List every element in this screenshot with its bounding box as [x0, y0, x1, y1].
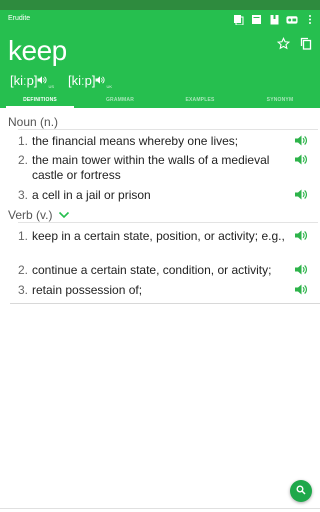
favorite-star-icon[interactable]	[276, 37, 291, 55]
tab-grammar[interactable]: GRAMMAR	[80, 94, 160, 108]
definition-item: 3. a cell in a jail or prison	[18, 188, 308, 203]
overflow-menu-icon[interactable]	[304, 13, 316, 25]
definition-number: 3.	[18, 283, 29, 297]
speaker-icon[interactable]	[294, 263, 308, 280]
divider	[18, 222, 318, 223]
headword: keep	[8, 35, 67, 66]
definition-text: retain possession of;	[32, 283, 143, 297]
translate-icon[interactable]	[286, 13, 298, 25]
definition-item: 1. the financial means whereby one lives…	[18, 134, 308, 149]
region-label: US	[48, 84, 55, 89]
definition-text: the financial means whereby one lives;	[32, 134, 239, 148]
speaker-icon[interactable]	[294, 153, 308, 170]
copy-icon[interactable]	[300, 37, 312, 55]
divider	[18, 129, 318, 130]
flashcards-icon[interactable]	[232, 13, 244, 25]
tab-definitions[interactable]: DEFINITIONS	[0, 94, 80, 108]
pronunciation-text: [kiːp]	[68, 73, 96, 88]
definition-item: 1. keep in a certain state, position, or…	[18, 229, 308, 244]
pronunciation-text: [kiːp]	[10, 73, 38, 88]
chevron-down-icon[interactable]	[58, 208, 70, 222]
tab-bar: DEFINITIONS GRAMMAR EXAMPLES SYNONYM	[0, 94, 320, 108]
speaker-icon[interactable]	[294, 188, 308, 205]
app-header: Erudite keep [kiːp] US [kiːp] UK DEFINIT…	[0, 10, 320, 108]
section-header-verb[interactable]: Verb (v.)	[8, 208, 70, 222]
tab-examples[interactable]: EXAMPLES	[160, 94, 240, 108]
definition-text: a cell in a jail or prison	[32, 188, 151, 202]
definition-item: 2. the main tower within the walls of a …	[18, 153, 308, 183]
speaker-icon[interactable]	[294, 283, 308, 300]
definition-item: 3. retain possession of;	[18, 283, 308, 298]
part-of-speech-label: Noun (n.)	[8, 115, 59, 129]
word-actions	[276, 37, 312, 55]
bottom-divider	[0, 508, 320, 509]
definition-number: 1.	[18, 229, 29, 243]
tab-synonym[interactable]: SYNONYM	[240, 94, 320, 108]
region-label: UK	[106, 84, 113, 89]
speaker-icon[interactable]	[294, 229, 308, 246]
search-icon	[296, 482, 306, 500]
pronunciation-us[interactable]: [kiːp] US	[10, 73, 54, 89]
divider	[10, 303, 320, 304]
app-title: Erudite	[8, 15, 31, 22]
speaker-icon[interactable]	[294, 134, 308, 151]
definition-number: 1.	[18, 134, 29, 148]
history-icon[interactable]	[250, 13, 262, 25]
definition-text: keep in a certain state, position, or ac…	[32, 229, 285, 243]
pronunciation-uk[interactable]: [kiːp] UK	[68, 73, 112, 89]
definition-item: 2. continue a certain state, condition, …	[18, 263, 308, 278]
speaker-icon[interactable]	[95, 73, 105, 88]
part-of-speech-label: Verb (v.)	[8, 208, 53, 222]
definition-text: the main tower within the walls of a med…	[32, 153, 270, 182]
definition-number: 2.	[18, 263, 29, 277]
toolbar	[232, 13, 316, 25]
speaker-icon[interactable]	[37, 73, 47, 88]
definition-number: 2.	[18, 153, 29, 167]
definition-number: 3.	[18, 188, 29, 202]
status-bar	[0, 0, 320, 10]
section-header-noun[interactable]: Noun (n.)	[8, 115, 58, 129]
bookmark-book-icon[interactable]	[268, 13, 280, 25]
definition-text: continue a certain state, condition, or …	[32, 263, 272, 277]
search-fab-button[interactable]	[290, 480, 312, 502]
